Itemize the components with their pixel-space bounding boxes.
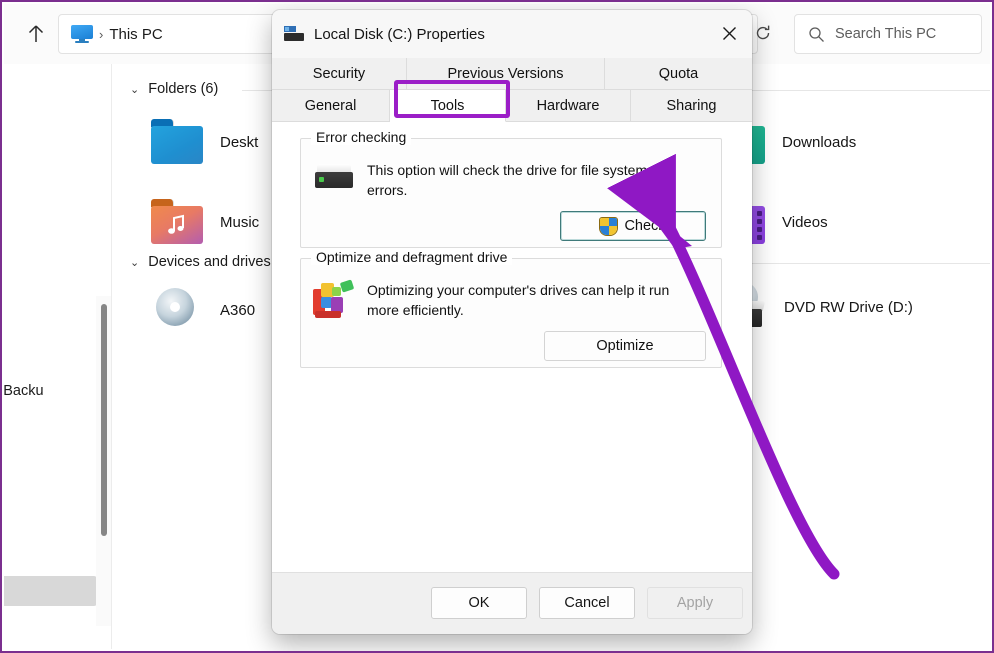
tab-security[interactable]: Security xyxy=(272,58,407,90)
check-button[interactable]: Check xyxy=(560,211,706,241)
folder-music-icon xyxy=(150,199,204,245)
optimize-button[interactable]: Optimize xyxy=(544,331,706,361)
tab-row-bottom: General Tools Hardware Sharing xyxy=(272,90,752,122)
tab-previous-versions[interactable]: Previous Versions xyxy=(407,58,605,90)
apply-button: Apply xyxy=(647,587,743,619)
group-header-folders[interactable]: ⌄ Folders (6) xyxy=(130,81,218,97)
music-note-icon xyxy=(168,214,184,234)
tile-desktop[interactable]: Deskt xyxy=(150,119,258,165)
cancel-button[interactable]: Cancel xyxy=(539,587,635,619)
dialog-close-button[interactable] xyxy=(706,10,752,56)
tile-a360[interactable]: A360 xyxy=(150,286,255,334)
error-checking-group: Error checking This option will check th… xyxy=(300,129,722,248)
this-pc-icon xyxy=(71,25,93,43)
nav-item-6[interactable]: res xyxy=(4,270,102,300)
up-button[interactable] xyxy=(20,18,52,50)
ok-button[interactable]: OK xyxy=(431,587,527,619)
tile-music[interactable]: Music xyxy=(150,199,259,245)
optimize-button-label: Optimize xyxy=(596,338,654,354)
tab-sharing[interactable]: Sharing xyxy=(631,90,752,122)
chevron-down-icon: ⌄ xyxy=(130,83,140,96)
uac-shield-icon xyxy=(600,217,618,235)
nav-item-7[interactable]: e Drive xyxy=(4,304,102,334)
tile-videos-label: Videos xyxy=(782,213,828,231)
nav-item-4[interactable]: nents xyxy=(4,204,102,234)
dialog-titlebar[interactable]: Local Disk (C:) Properties xyxy=(272,10,752,58)
nav-item-16[interactable]: aRoll xyxy=(4,644,102,649)
nav-item-11[interactable]: Games xyxy=(4,494,102,524)
breadcrumb-separator: › xyxy=(99,26,104,42)
nav-item-1[interactable]: ata xyxy=(4,104,102,134)
nav-scrollbar-thumb[interactable] xyxy=(101,304,107,536)
check-button-label: Check xyxy=(624,218,666,234)
screenshot-root: › This PC Search This PC jects ata xyxy=(0,0,994,653)
tile-dvd-label: DVD RW Drive (D:) xyxy=(784,298,913,316)
tile-music-label: Music xyxy=(220,213,260,231)
nav-item-2[interactable]: cts xyxy=(4,64,102,94)
nav-item-9[interactable]: rive xyxy=(4,434,102,464)
tab-tools[interactable]: Tools xyxy=(390,90,506,122)
breadcrumb-location[interactable]: This PC xyxy=(109,26,162,43)
dialog-footer: OK Cancel Apply xyxy=(272,572,752,634)
tile-downloads-label: Downloads xyxy=(782,133,857,151)
defrag-blocks-icon xyxy=(313,279,355,321)
dialog-body: Error checking This option will check th… xyxy=(272,122,752,572)
tile-a360-label: A360 xyxy=(220,301,256,319)
navigation-pane[interactable]: jects ata cts op nents oads res e Drive … xyxy=(4,64,112,649)
error-checking-description: This option will check the drive for fil… xyxy=(367,162,648,199)
dialog-tabstrip[interactable]: Security Previous Versions Quota General… xyxy=(272,58,752,122)
disk-icon xyxy=(284,26,304,42)
a360-drive-icon xyxy=(150,286,204,334)
optimize-legend: Optimize and defragment drive xyxy=(311,249,513,265)
refresh-icon xyxy=(756,25,770,40)
search-placeholder: Search This PC xyxy=(835,26,937,42)
tile-desktop-label: Deskt xyxy=(220,133,259,151)
nav-item-8[interactable]: softEdgeBacku xyxy=(4,376,102,406)
optimize-description: Optimizing your computer's drives can he… xyxy=(367,282,670,319)
tab-hardware[interactable]: Hardware xyxy=(506,90,631,122)
local-disk-properties-dialog: Local Disk (C:) Properties Security Prev… xyxy=(272,10,752,634)
group-header-devices[interactable]: ⌄ Devices and drives xyxy=(130,254,271,270)
nav-item-2b xyxy=(4,137,102,167)
tab-quota[interactable]: Quota xyxy=(605,58,752,90)
group-header-folders-label: Folders (6) xyxy=(148,81,219,97)
error-checking-legend: Error checking xyxy=(311,129,412,145)
search-box[interactable]: Search This PC xyxy=(794,14,982,54)
nav-item-selected[interactable] xyxy=(4,576,97,606)
hard-drive-icon xyxy=(315,164,353,190)
nav-item-5[interactable]: oads xyxy=(4,237,102,267)
up-arrow-icon xyxy=(28,25,44,42)
search-icon xyxy=(809,26,824,42)
optimize-group: Optimize and defragment drive Optimizing… xyxy=(300,249,722,368)
refresh-button[interactable] xyxy=(748,17,778,49)
dialog-title: Local Disk (C:) Properties xyxy=(314,25,485,43)
close-icon xyxy=(722,26,736,40)
group-header-devices-label: Devices and drives xyxy=(148,254,271,270)
nav-scrollbar[interactable] xyxy=(96,296,111,626)
tab-row-top: Security Previous Versions Quota xyxy=(272,58,752,90)
nav-item-12[interactable]: nes xyxy=(4,528,102,558)
folder-desktop-icon xyxy=(150,119,204,165)
nav-item-15[interactable]: s xyxy=(4,616,102,646)
chevron-down-icon-2: ⌄ xyxy=(130,256,140,269)
tab-general[interactable]: General xyxy=(272,90,390,122)
nav-item-3[interactable]: op xyxy=(4,170,102,200)
